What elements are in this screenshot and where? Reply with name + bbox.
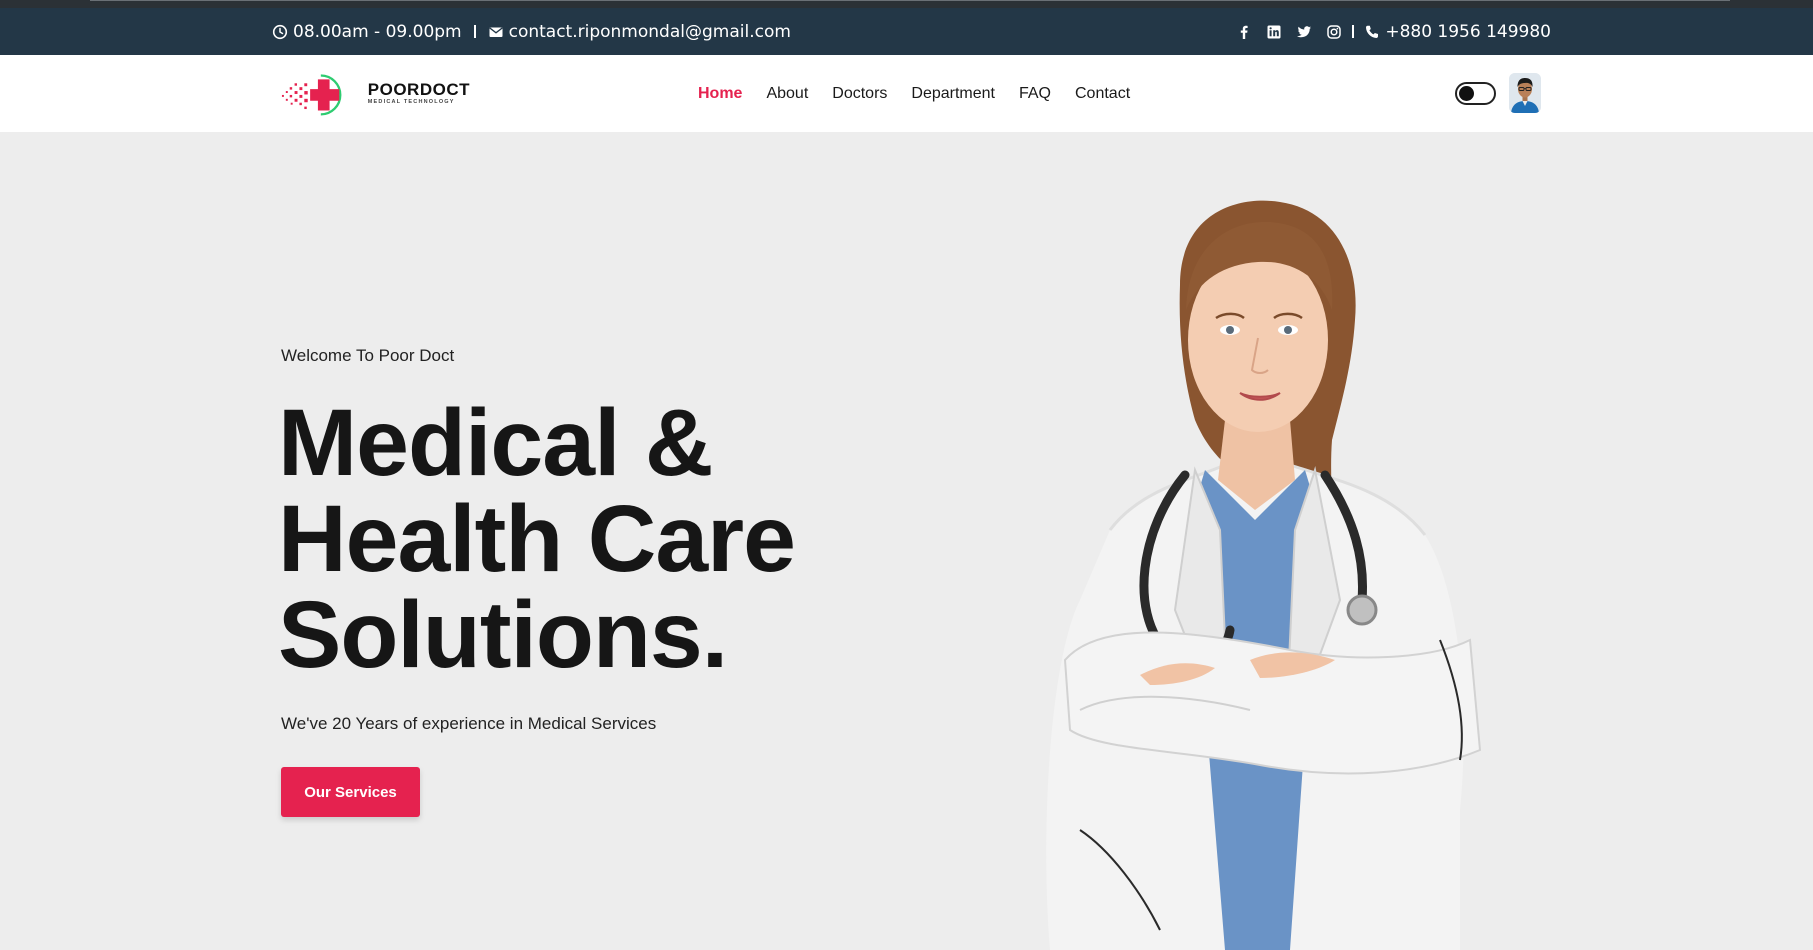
hero-title-line: Medical & (278, 390, 713, 496)
top-info-left: 08.00am - 09.00pm contact.riponmondal@gm… (272, 8, 791, 55)
user-avatar[interactable] (1509, 73, 1541, 113)
opening-hours: 08.00am - 09.00pm (272, 22, 462, 42)
envelope-icon (488, 24, 504, 40)
browser-tab-edge (90, 0, 1730, 1)
email-text[interactable]: contact.riponmondal@gmail.com (509, 22, 791, 42)
linkedin-icon[interactable] (1266, 24, 1282, 40)
brand-name: POORDOCT (367, 79, 470, 99)
nav-item-doctors[interactable]: Doctors (832, 85, 887, 103)
nav-item-faq[interactable]: FAQ (1019, 85, 1051, 103)
phone-text[interactable]: +880 1956 149980 (1385, 22, 1551, 42)
phone-icon (1364, 24, 1380, 40)
user-portrait-icon (1509, 73, 1541, 113)
top-info-right: +880 1956 149980 (1236, 8, 1551, 55)
brand-tagline: MEDICAL TECHNOLOGY (367, 98, 455, 105)
hero-title-line: Health Care (278, 486, 796, 592)
nav-item-home[interactable]: Home (698, 85, 742, 103)
nav-item-department[interactable]: Department (911, 85, 995, 103)
theme-toggle[interactable] (1455, 82, 1496, 105)
hero-description: We've 20 Years of experience in Medical … (281, 714, 657, 733)
our-services-button[interactable]: Our Services (281, 767, 420, 817)
divider (1352, 25, 1355, 38)
brand-logo[interactable]: POORDOCT MEDICAL TECHNOLOGY (280, 65, 470, 121)
top-info-bar: 08.00am - 09.00pm contact.riponmondal@gm… (0, 8, 1813, 55)
browser-top-strip (0, 0, 1813, 8)
email-contact[interactable]: contact.riponmondal@gmail.com (488, 22, 791, 42)
hero-title-line: Solutions. (278, 582, 728, 688)
hero-welcome: Welcome To Poor Doct (281, 346, 455, 365)
doctor-portrait-image (1046, 200, 1482, 950)
divider (473, 25, 476, 38)
main-menu: Home About Doctors Department FAQ Contac… (698, 55, 1130, 132)
hero-title: Medical & Health Care Solutions. (278, 395, 978, 683)
facebook-icon[interactable] (1236, 24, 1252, 40)
main-navbar: POORDOCT MEDICAL TECHNOLOGY Home About D… (0, 55, 1813, 132)
twitter-icon[interactable] (1296, 24, 1312, 40)
phone-contact[interactable]: +880 1956 149980 (1364, 22, 1551, 42)
medical-cross-logo-icon (281, 74, 342, 116)
sun-icon (1459, 86, 1474, 101)
instagram-icon[interactable] (1326, 24, 1342, 40)
nav-item-contact[interactable]: Contact (1075, 85, 1130, 103)
opening-hours-text: 08.00am - 09.00pm (293, 21, 462, 42)
brand-text: POORDOCT MEDICAL TECHNOLOGY (368, 81, 470, 106)
clock-icon (272, 24, 288, 40)
nav-item-about[interactable]: About (766, 85, 808, 103)
